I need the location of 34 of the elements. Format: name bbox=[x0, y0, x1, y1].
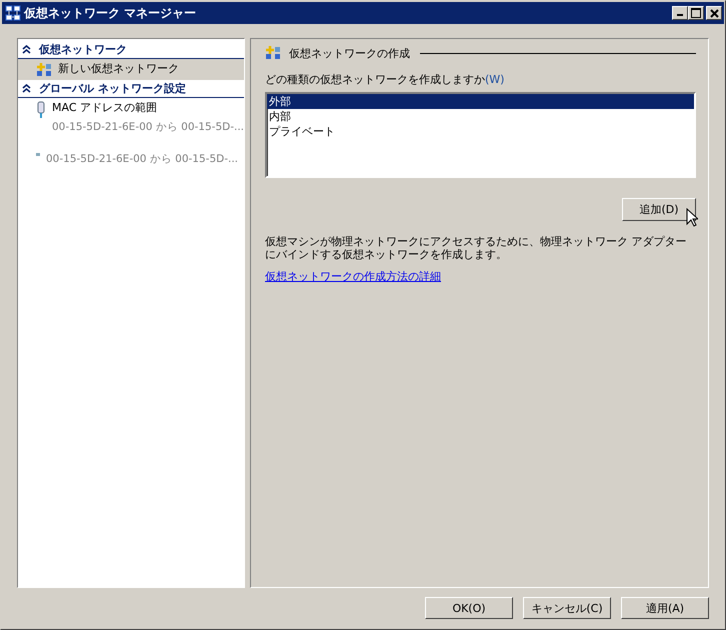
dialog-button[interactable]: 適用(A) bbox=[621, 597, 709, 619]
window-title: 仮想ネットワーク マネージャー bbox=[24, 4, 198, 22]
section-header[interactable]: 仮想ネットワーク bbox=[18, 41, 244, 59]
chevron-icon[interactable] bbox=[22, 45, 31, 54]
section-header[interactable]: グローバル ネットワーク設定 bbox=[18, 80, 244, 98]
dialog-button[interactable]: OK(O) bbox=[425, 597, 513, 619]
item-label: 新しい仮想ネットワーク bbox=[58, 61, 179, 76]
prompt-label: どの種類の仮想ネットワークを作成しますか(W) bbox=[265, 72, 506, 87]
list-option[interactable]: プライベート bbox=[267, 124, 694, 139]
help-link[interactable]: 仮想ネットワークの作成方法の詳細 bbox=[265, 269, 441, 284]
maximize-icon bbox=[691, 8, 701, 18]
network-add-icon bbox=[36, 62, 52, 78]
close-button[interactable] bbox=[706, 6, 722, 20]
sidebar-item[interactable]: 00-15-5D-21-6E-00 から 00-15-5D-... bbox=[18, 150, 244, 182]
item-label: MAC アドレスの範囲 bbox=[52, 100, 158, 115]
network-add-icon bbox=[265, 45, 281, 61]
panel-title: 仮想ネットワークの作成 bbox=[289, 46, 410, 60]
network-plug-icon bbox=[36, 101, 46, 119]
network-type-list[interactable]: 外部 内部 プライベート bbox=[265, 92, 696, 178]
minimize-button[interactable] bbox=[672, 6, 688, 20]
dialog-button[interactable]: キャンセル(C) bbox=[523, 597, 611, 619]
list-option[interactable]: 内部 bbox=[267, 109, 694, 124]
sidebar-item[interactable]: MAC アドレスの範囲 00-15-5D-21-6E-00 から 00-15-5D-... bbox=[18, 98, 244, 150]
description-text: 仮想マシンが物理ネットワークにアクセスするために、物理ネットワーク アダプターにバインドする仮想ネットワークを作成します。 bbox=[265, 235, 688, 261]
mac-range-text: 00-15-5D-21-6E-00 から 00-15-5D-... bbox=[46, 152, 238, 166]
chevron-icon[interactable] bbox=[22, 84, 31, 93]
maximize-button[interactable] bbox=[688, 6, 704, 20]
list-option[interactable]: 外部 bbox=[267, 94, 694, 109]
network-icon bbox=[5, 5, 21, 21]
mac-range-text: 00-15-5D-21-6E-00 から 00-15-5D-... bbox=[52, 120, 244, 134]
cursor-icon bbox=[686, 208, 698, 227]
add-button[interactable]: 追加(D) bbox=[622, 198, 696, 221]
close-icon bbox=[710, 8, 718, 18]
sidebar-item[interactable]: 新しい仮想ネットワーク bbox=[18, 59, 244, 80]
